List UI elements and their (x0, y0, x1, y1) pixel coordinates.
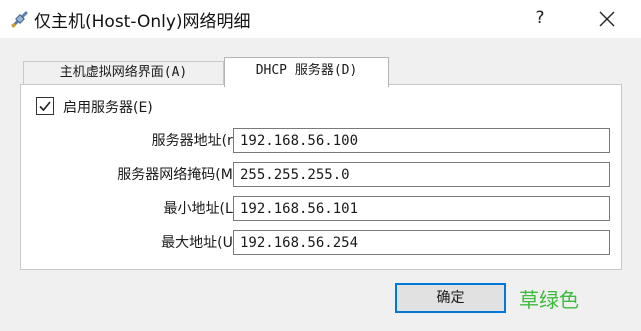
ok-button[interactable]: 确定 (395, 283, 506, 313)
server-address-input[interactable] (233, 128, 610, 153)
dhcp-server-panel: 启用服务器(E) 服务器地址(r): 服务器网络掩码(M): 最小地址(L): … (20, 84, 622, 270)
close-icon[interactable] (594, 6, 620, 32)
upper-address-input[interactable] (233, 230, 610, 255)
lower-address-input[interactable] (233, 196, 610, 221)
help-button[interactable]: ? (525, 2, 555, 34)
server-netmask-input[interactable] (233, 162, 610, 187)
upper-address-label: 最大地址(U): (161, 235, 243, 251)
watermark-text: 草绿色 (519, 288, 579, 312)
server-netmask-label: 服务器网络掩码(M): (117, 167, 243, 183)
checkmark-icon (39, 101, 51, 112)
network-cable-icon (10, 9, 30, 29)
host-only-network-dialog: 仅主机(Host-Only)网络明细 ? 主机虚拟网络界面(A) DHCP 服务… (0, 0, 641, 331)
enable-server-label[interactable]: 启用服务器(E) (63, 97, 153, 117)
title-bar: 仅主机(Host-Only)网络明细 ? (0, 0, 641, 38)
lower-address-label: 最小地址(L): (163, 201, 243, 217)
enable-server-checkbox[interactable] (36, 97, 54, 115)
tab-dhcp-server[interactable]: DHCP 服务器(D) (224, 57, 389, 87)
tab-host-virtual-network-interface[interactable]: 主机虚拟网络界面(A) (23, 61, 224, 85)
window-title: 仅主机(Host-Only)网络明细 (34, 12, 251, 32)
server-address-label: 服务器地址(r): (151, 133, 243, 149)
